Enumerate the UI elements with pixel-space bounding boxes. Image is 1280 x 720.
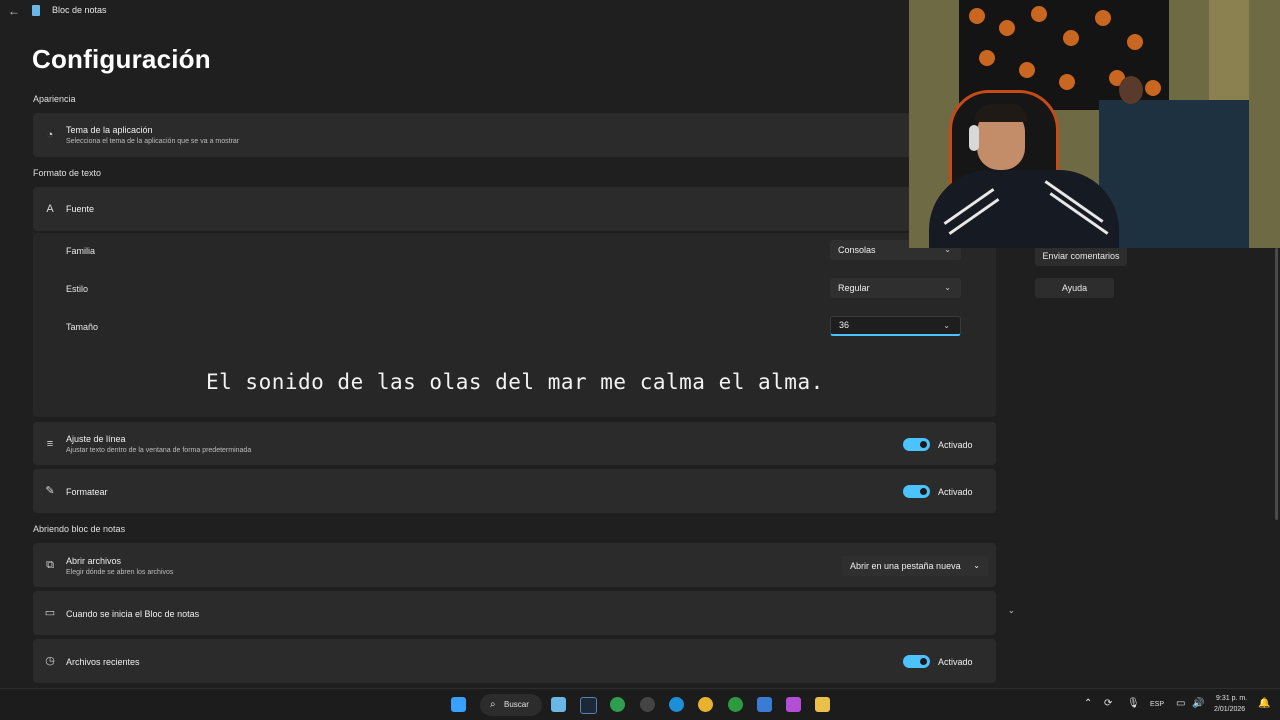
steam-icon[interactable] (580, 697, 597, 714)
window-icon: ▭ (44, 607, 56, 619)
windows-start-icon[interactable] (451, 697, 466, 712)
recent-files-toggle[interactable] (903, 655, 930, 668)
pumpkin-decoration (1031, 6, 1047, 22)
open-files-value: Abrir en una pestaña nueva (850, 561, 961, 571)
edge-icon[interactable] (669, 697, 684, 712)
search-icon: ⌕ (490, 699, 496, 710)
taskbar: ⌕ Buscar ⌃ ⟳ 🎙 ESP ▭ 🔊 9:31 p. m. 2/01/2… (0, 688, 1280, 720)
theme-title: Tema de la aplicación (66, 125, 153, 135)
font-preview-text: El sonido de las olas del mar me calma e… (206, 370, 824, 394)
network-icon[interactable]: ▭ (1176, 698, 1185, 709)
font-size-value: 36 (839, 320, 850, 330)
help-button[interactable]: Ayuda (1035, 278, 1114, 298)
pumpkin-decoration (1127, 34, 1143, 50)
chrome-icon[interactable] (698, 697, 713, 712)
font-size-label: Tamaño (66, 322, 99, 332)
webcam-background-face (1119, 76, 1143, 104)
font-style-label: Estilo (66, 284, 89, 294)
wrap-lines-icon: ≡ (46, 438, 54, 450)
taskbar-search[interactable]: ⌕ Buscar (480, 694, 542, 716)
pumpkin-decoration (1095, 10, 1111, 26)
send-feedback-button[interactable]: Enviar comentarios (1035, 246, 1127, 266)
recent-files-state: Activado (938, 657, 973, 667)
webcam-overlay (909, 0, 1280, 248)
font-card-header[interactable]: A Fuente (33, 187, 996, 231)
font-title: Fuente (66, 204, 95, 214)
recent-files-card: ◷ Archivos recientes (33, 639, 996, 683)
pumpkin-decoration (1019, 62, 1035, 78)
language-indicator[interactable]: ESP (1150, 701, 1164, 708)
scrollbar[interactable] (1275, 248, 1278, 520)
word-wrap-subtitle: Ajustar texto dentro de la ventana de fo… (66, 447, 252, 454)
open-files-subtitle: Elegir dónde se abren los archivos (66, 569, 174, 576)
open-files-dropdown[interactable]: Abrir en una pestaña nueva ⌄ (842, 556, 988, 576)
photos-icon[interactable] (757, 697, 772, 712)
webcam-person-hair (975, 104, 1027, 122)
on-start-title: Cuando se inicia el Bloc de notas (66, 609, 200, 619)
chevron-up-icon[interactable]: ⌃ (1084, 698, 1092, 709)
sync-icon[interactable]: ⟳ (1104, 698, 1112, 709)
font-size-combobox[interactable]: 36 ⌄ (830, 316, 961, 336)
theme-subtitle: Selecciona el tema de la aplicación que … (66, 138, 240, 145)
section-text-format: Formato de texto (33, 168, 102, 178)
file-explorer-icon[interactable] (815, 697, 830, 712)
font-style-value: Regular (838, 283, 870, 293)
webcam-person-body (929, 170, 1119, 248)
window-title: Bloc de notas (52, 5, 107, 15)
formatting-state: Activado (938, 487, 973, 497)
chevron-down-icon: ⌄ (944, 283, 951, 292)
clock-date[interactable]: 2/01/2026 (1214, 706, 1245, 713)
microphone-icon[interactable]: 🎙 (1127, 698, 1140, 709)
palette-icon: ◔ (46, 129, 54, 141)
font-icon: A (46, 203, 54, 215)
theme-card[interactable]: ◔ Tema de la aplicación Selecciona el te… (33, 113, 996, 157)
open-files-title: Abrir archivos (66, 556, 122, 566)
formatting-title: Formatear (66, 487, 108, 497)
volume-icon[interactable]: 🔊 (1192, 698, 1204, 709)
word-wrap-toggle[interactable] (903, 438, 930, 451)
pumpkin-decoration (1059, 74, 1075, 90)
on-start-card[interactable]: ▭ Cuando se inicia el Bloc de notas ⌄ (33, 591, 1015, 635)
app-icon[interactable] (640, 697, 655, 712)
section-appearance: Apariencia (33, 94, 76, 104)
word-wrap-state: Activado (938, 440, 973, 450)
webcam-bed (1099, 100, 1249, 248)
font-family-label: Familia (66, 246, 96, 256)
notification-icon[interactable]: 🔔 (1258, 698, 1270, 709)
notepad-app-icon (32, 5, 40, 16)
word-wrap-card: ≡ Ajuste de línea Ajustar texto dentro d… (33, 422, 996, 465)
toggle-knob (920, 658, 927, 665)
pumpkin-decoration (999, 20, 1015, 36)
formatting-toggle[interactable] (903, 485, 930, 498)
word-wrap-title: Ajuste de línea (66, 434, 126, 444)
chrome-profile-icon[interactable] (610, 697, 625, 712)
chevron-down-icon[interactable]: ⌄ (1008, 606, 1015, 615)
section-opening: Abriendo bloc de notas (33, 524, 126, 534)
formatting-card: ✎ Formatear (33, 469, 996, 513)
toggle-knob (920, 441, 927, 448)
pumpkin-decoration (1145, 80, 1161, 96)
clock-time[interactable]: 9:31 p. m. (1216, 695, 1247, 702)
back-arrow-icon[interactable]: ← (8, 4, 20, 18)
notepad-taskbar-icon[interactable] (551, 697, 566, 712)
toggle-knob (920, 488, 927, 495)
font-family-value: Consolas (838, 245, 876, 255)
font-style-dropdown[interactable]: Regular ⌄ (830, 278, 961, 298)
xbox-icon[interactable] (728, 697, 743, 712)
recent-files-title: Archivos recientes (66, 657, 140, 667)
taskbar-search-label: Buscar (504, 700, 529, 709)
clock-icon: ◷ (45, 655, 55, 667)
pumpkin-decoration (969, 8, 985, 24)
headset-icon (969, 125, 979, 151)
pumpkin-decoration (979, 50, 995, 66)
page-title: Configuración (32, 44, 211, 74)
chevron-down-icon: ⌄ (973, 561, 980, 570)
format-brush-icon: ✎ (45, 485, 55, 497)
open-file-icon: ⧉ (46, 559, 54, 571)
pumpkin-decoration (1063, 30, 1079, 46)
chevron-down-icon: ⌄ (943, 321, 950, 330)
copilot-icon[interactable] (786, 697, 801, 712)
